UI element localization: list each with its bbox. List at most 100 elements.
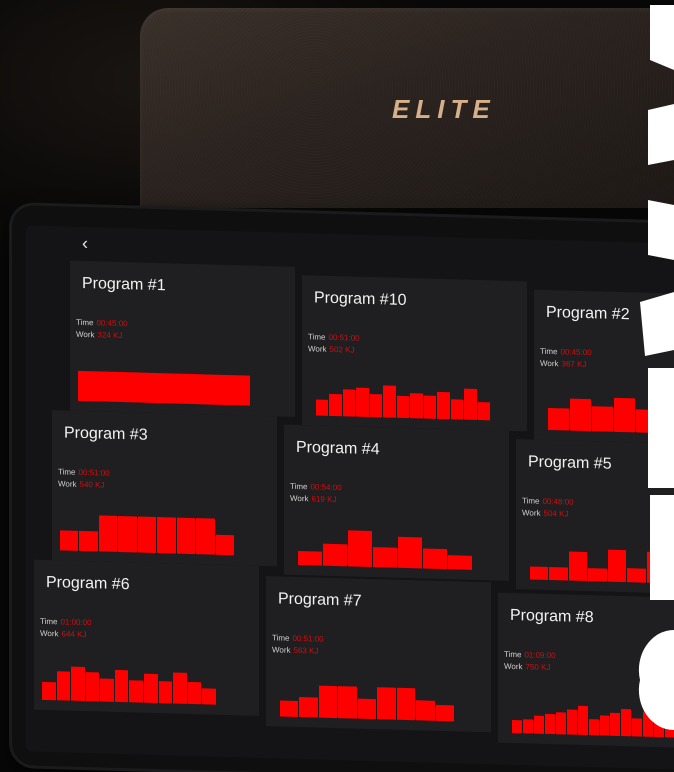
work-value: 563 KJ bbox=[293, 645, 319, 656]
program-card[interactable]: Program #4 Time 00:54:00 Work 619 KJ bbox=[284, 424, 509, 581]
profile-bar bbox=[377, 686, 396, 720]
profile-bar bbox=[318, 685, 338, 719]
profile-bar bbox=[71, 666, 85, 702]
workout-profile bbox=[42, 664, 217, 705]
profile-bar bbox=[577, 706, 588, 736]
profile-bar bbox=[173, 672, 187, 704]
program-card[interactable]: Program #1 Time 00:45:00 Work 324 KJ bbox=[70, 260, 295, 417]
program-card[interactable]: Program #5 Time 00:48:00 Work 504 KJ bbox=[516, 439, 674, 596]
tablet: ‹ Program #1 Time 00:45:00 Work 324 KJ Progra… bbox=[12, 205, 674, 772]
profile-bar bbox=[342, 389, 356, 417]
profile-bar bbox=[157, 517, 176, 554]
profile-bar bbox=[632, 718, 643, 737]
time-label: Time bbox=[76, 317, 94, 328]
work-value: 750 KJ bbox=[525, 662, 551, 673]
work-label: Work bbox=[540, 358, 559, 369]
work-label: Work bbox=[504, 661, 523, 672]
profile-bar bbox=[187, 682, 202, 705]
program-card[interactable]: Program #6 Time 01:00:00 Work 644 KJ bbox=[34, 559, 259, 716]
profile-bar bbox=[621, 709, 632, 737]
program-meta: Time 01:09:00 Work 750 KJ bbox=[504, 649, 556, 674]
profile-bar bbox=[158, 681, 173, 704]
program-card[interactable]: Program #8 Time 01:09:00 Work 750 KJ bbox=[498, 592, 674, 749]
profile-bar bbox=[299, 697, 318, 718]
work-label: Work bbox=[40, 628, 59, 639]
time-value: 00:45:00 bbox=[96, 318, 128, 329]
program-card[interactable]: Program #2 Time 00:45:00 Work 367 KJ bbox=[534, 289, 674, 446]
time-label: Time bbox=[504, 649, 522, 660]
elite-logo: ELITE bbox=[392, 94, 496, 124]
profile-bar bbox=[357, 698, 377, 720]
photo-scene: ELITE ‹ Program #1 Time 00:45:00 Work 324 KJ… bbox=[0, 0, 674, 772]
program-grid: Program #1 Time 00:45:00 Work 324 KJ Program … bbox=[34, 260, 674, 771]
time-value: 00:51:00 bbox=[328, 332, 360, 343]
work-label: Work bbox=[308, 344, 327, 354]
tablet-screen: ‹ Program #1 Time 00:45:00 Work 324 KJ Progra… bbox=[26, 225, 674, 772]
profile-bar bbox=[338, 685, 357, 719]
program-title: Program #8 bbox=[510, 606, 594, 627]
program-title: Program #5 bbox=[528, 453, 612, 473]
work-label: Work bbox=[58, 479, 77, 489]
profile-bar bbox=[348, 530, 372, 568]
workout-profile bbox=[280, 680, 455, 722]
program-meta: Time 00:51:00 Work 540 KJ bbox=[58, 466, 110, 491]
time-label: Time bbox=[522, 496, 540, 506]
profile-bar bbox=[654, 715, 665, 738]
profile-bar bbox=[464, 389, 477, 420]
profile-bar bbox=[610, 712, 621, 736]
profile-bar bbox=[666, 568, 674, 584]
profile-bar bbox=[369, 393, 383, 418]
profile-bar bbox=[215, 534, 234, 556]
profile-bar bbox=[530, 566, 549, 580]
profile-bar bbox=[512, 720, 522, 734]
work-label: Work bbox=[290, 493, 309, 504]
profile-bar bbox=[566, 709, 577, 735]
profile-bar bbox=[665, 708, 674, 738]
profile-bar bbox=[78, 370, 93, 402]
profile-bar bbox=[533, 715, 544, 734]
program-meta: Time 00:45:00 Work 324 KJ bbox=[76, 317, 128, 342]
work-value: 367 KJ bbox=[561, 359, 587, 370]
work-value: 619 KJ bbox=[311, 494, 337, 505]
program-title: Program #10 bbox=[314, 289, 407, 310]
work-value: 540 KJ bbox=[79, 479, 105, 490]
time-label: Time bbox=[58, 467, 76, 477]
profile-bar bbox=[477, 402, 491, 421]
profile-bar bbox=[435, 704, 454, 722]
program-title: Program #7 bbox=[278, 590, 362, 610]
profile-bar bbox=[144, 673, 158, 704]
profile-bar bbox=[329, 394, 342, 417]
profile-bar bbox=[92, 371, 107, 402]
profile-bar bbox=[549, 567, 568, 581]
profile-bar bbox=[280, 700, 299, 718]
profile-bar bbox=[555, 712, 566, 735]
time-label: Time bbox=[308, 332, 326, 342]
back-button[interactable]: ‹ bbox=[82, 233, 102, 254]
profile-bar bbox=[544, 714, 555, 735]
profile-bar bbox=[79, 531, 98, 552]
profile-bar bbox=[423, 395, 437, 419]
profile-bar bbox=[98, 515, 118, 552]
program-card[interactable]: Program #3 Time 00:51:00 Work 540 KJ bbox=[52, 410, 277, 567]
time-value: 00:54:00 bbox=[310, 482, 342, 493]
program-card[interactable]: Program #10 Time 00:51:00 Work 502 KJ bbox=[302, 275, 527, 432]
profile-bar bbox=[298, 550, 322, 566]
profile-bar bbox=[129, 680, 144, 703]
profile-bar bbox=[135, 372, 150, 403]
profile-bar bbox=[60, 530, 79, 551]
profile-bar bbox=[437, 391, 450, 420]
profile-bar bbox=[323, 544, 347, 567]
profile-bar bbox=[118, 515, 137, 553]
profile-bar bbox=[416, 700, 435, 721]
program-title: Program #4 bbox=[296, 438, 380, 459]
workout-profile bbox=[512, 697, 674, 738]
profile-bar bbox=[627, 567, 646, 583]
profile-bar bbox=[106, 371, 121, 403]
profile-bar bbox=[599, 715, 610, 736]
profile-bar bbox=[522, 718, 533, 734]
profile-bar bbox=[396, 396, 410, 419]
profile-bar bbox=[137, 516, 157, 554]
time-value: 00:51:00 bbox=[78, 467, 110, 478]
program-card[interactable]: Program #7 Time 00:51:00 Work 563 KJ bbox=[266, 576, 491, 733]
time-value: 00:48:00 bbox=[542, 496, 574, 507]
